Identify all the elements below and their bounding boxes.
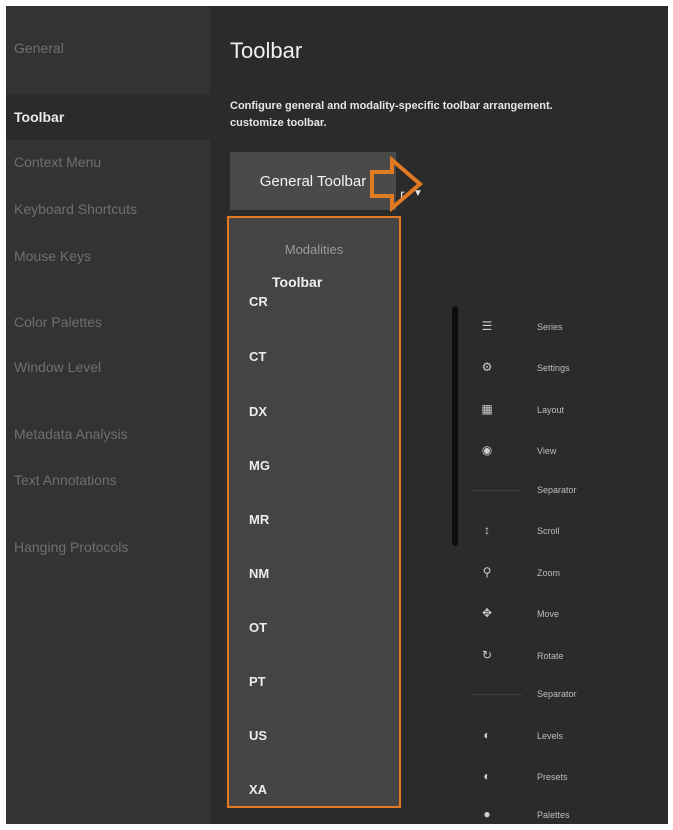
dropdown-menu: Modalities CR CT DX MG MR NM OT PT US XA bbox=[227, 216, 401, 808]
toolbar-item-move[interactable]: Move bbox=[537, 609, 559, 619]
toolbar-item-settings[interactable]: Settings bbox=[537, 363, 570, 373]
toolbar-item-separator[interactable]: Separator bbox=[537, 689, 577, 699]
sidebar-item-metadata-analysis[interactable]: Metadata Analysis bbox=[14, 426, 128, 442]
toolbar-item-separator[interactable]: Separator bbox=[537, 485, 577, 495]
toolbar-item-zoom[interactable]: Zoom bbox=[537, 568, 560, 578]
toolbar-item-rotate[interactable]: Rotate bbox=[537, 651, 564, 661]
description-line-2: customize toolbar. bbox=[230, 117, 327, 129]
scroll-icon: ↕ bbox=[484, 523, 490, 537]
description-line-1: Configure general and modality-specific … bbox=[230, 100, 553, 112]
sidebar-item-color-palettes[interactable]: Color Palettes bbox=[14, 314, 102, 330]
dropdown-option-xa[interactable]: XA bbox=[249, 782, 267, 797]
settings-sidebar: General Toolbar Context Menu Keyboard Sh… bbox=[6, 6, 210, 824]
presets-icon: ◐ bbox=[483, 769, 491, 783]
settings-icon: ⚙ bbox=[481, 360, 493, 374]
sidebar-item-mouse-keys[interactable]: Mouse Keys bbox=[14, 248, 91, 264]
dropdown-selected-label: General Toolbar bbox=[259, 172, 367, 190]
dropdown-option-ot[interactable]: OT bbox=[249, 620, 267, 635]
move-icon: ✥ bbox=[481, 606, 493, 620]
sidebar-item-context-menu[interactable]: Context Menu bbox=[14, 154, 101, 170]
dropdown-option-pt[interactable]: PT bbox=[249, 674, 266, 689]
dropdown-option-dx[interactable]: DX bbox=[249, 404, 267, 419]
toolbar-item-view[interactable]: View bbox=[537, 446, 556, 456]
sidebar-item-window-level[interactable]: Window Level bbox=[14, 359, 101, 375]
toolbar-panel-title: Toolbar bbox=[272, 274, 323, 290]
toolbar-item-presets[interactable]: Presets bbox=[537, 772, 568, 782]
dropdown-group-header: Modalities bbox=[284, 242, 344, 257]
series-icon: ☰ bbox=[481, 319, 493, 333]
arrow-right-icon bbox=[370, 156, 424, 212]
sidebar-item-general[interactable]: General bbox=[14, 40, 64, 56]
view-icon: ◉ bbox=[481, 443, 493, 457]
sidebar-item-hanging-protocols[interactable]: Hanging Protocols bbox=[14, 539, 128, 555]
toolbar-item-scroll[interactable]: Scroll bbox=[537, 526, 560, 536]
toolbar-item-levels[interactable]: Levels bbox=[537, 731, 563, 741]
settings-window: General Toolbar Context Menu Keyboard Sh… bbox=[6, 6, 668, 824]
dropdown-option-us[interactable]: US bbox=[249, 728, 267, 743]
dropdown-option-cr[interactable]: CR bbox=[249, 294, 268, 309]
sidebar-item-toolbar[interactable]: Toolbar bbox=[14, 109, 64, 125]
toolbar-item-series[interactable]: Series bbox=[537, 322, 563, 332]
rotate-icon: ↻ bbox=[481, 648, 493, 662]
levels-icon: ◐ bbox=[483, 728, 491, 742]
separator-line bbox=[472, 490, 522, 491]
separator-line bbox=[472, 694, 522, 695]
page-title: Toolbar bbox=[230, 38, 303, 63]
toolbar-scrollbar[interactable] bbox=[452, 306, 458, 546]
dropdown-option-ct[interactable]: CT bbox=[249, 349, 266, 364]
toolbar-item-palettes[interactable]: Palettes bbox=[537, 810, 570, 820]
layout-icon: ▦ bbox=[481, 402, 493, 416]
palettes-icon: ● bbox=[483, 807, 491, 821]
dropdown-option-nm[interactable]: NM bbox=[249, 566, 269, 581]
main-content: Toolbar Configure general and modality-s… bbox=[210, 6, 668, 824]
dropdown-option-mr[interactable]: MR bbox=[249, 512, 269, 527]
zoom-icon: ⚲ bbox=[482, 565, 492, 579]
sidebar-item-keyboard-shortcuts[interactable]: Keyboard Shortcuts bbox=[14, 201, 137, 217]
page-description: Configure general and modality-specific … bbox=[230, 98, 668, 132]
toolbar-item-layout[interactable]: Layout bbox=[537, 405, 564, 415]
sidebar-item-text-annotations[interactable]: Text Annotations bbox=[14, 472, 117, 488]
dropdown-option-mg[interactable]: MG bbox=[249, 458, 270, 473]
